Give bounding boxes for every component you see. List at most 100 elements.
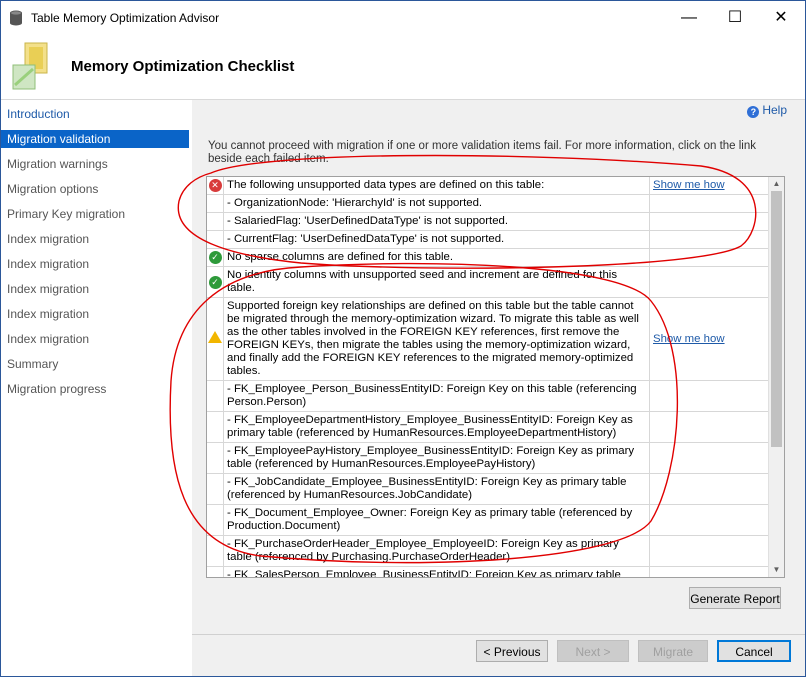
row-message: - CurrentFlag: 'UserDefinedDataType' is … (223, 230, 650, 249)
row-status-cell (207, 297, 224, 381)
row-status-cell (207, 230, 224, 249)
row-link-cell (649, 230, 768, 249)
nav-item-index-migration[interactable]: Index migration (1, 230, 189, 248)
row-status-cell (207, 566, 224, 577)
row-message: - OrganizationNode: 'HierarchyId' is not… (223, 194, 650, 213)
checklist-row: Supported foreign key relationships are … (207, 297, 768, 381)
database-icon (10, 10, 22, 26)
row-status-cell (207, 473, 224, 505)
nav-item-index-migration[interactable]: Index migration (1, 280, 189, 298)
checklist-row: - FK_Employee_Person_BusinessEntityID: F… (207, 380, 768, 412)
row-status-cell (207, 535, 224, 567)
nav-item-migration-validation[interactable]: Migration validation (1, 130, 189, 148)
row-link-cell (649, 566, 768, 577)
nav-item-migration-warnings[interactable]: Migration warnings (1, 155, 189, 173)
instructions-text: You cannot proceed with migration if one… (208, 140, 757, 165)
wizard-navigation: Introduction Migration validation Migratio… (1, 100, 191, 676)
nav-item-summary[interactable]: Summary (1, 355, 189, 373)
row-message: - FK_SalesPerson_Employee_BusinessEntity… (223, 566, 650, 577)
checklist-row: ✓ No identity columns with unsupported se… (207, 266, 768, 298)
previous-button[interactable]: < Previous (476, 640, 548, 662)
row-link-cell (649, 442, 768, 474)
validation-checklist[interactable]: ✕ The following unsupported data types ar… (206, 176, 785, 578)
row-message: Supported foreign key relationships are … (223, 297, 650, 381)
row-link-cell (649, 212, 768, 231)
row-status-cell: ✕ (207, 177, 224, 195)
checkmark-icon: ✓ (208, 275, 222, 289)
checklist-row: ✓ No sparse columns are defined for this … (207, 248, 768, 267)
window-title: Table Memory Optimization Advisor (31, 11, 220, 25)
row-status-cell (207, 411, 224, 443)
nav-item-introduction[interactable]: Introduction (1, 105, 189, 123)
row-link-cell (649, 380, 768, 412)
checklist-row: - FK_EmployeeDepartmentHistory_Employee_… (207, 411, 768, 443)
minimize-icon[interactable]: — (666, 1, 712, 35)
row-status-cell (207, 212, 224, 231)
checklist-table: ✕ The following unsupported data types ar… (207, 177, 768, 577)
migrate-button[interactable]: Migrate (638, 640, 708, 662)
page-header: Memory Optimization Checklist (1, 35, 805, 100)
show-me-how-link[interactable]: Show me how (649, 177, 768, 195)
generate-report-button[interactable]: Generate Report (689, 587, 781, 609)
row-link-cell (649, 266, 768, 298)
database-banner-icon (12, 42, 48, 90)
row-link-cell (649, 504, 768, 536)
title-bar[interactable]: Table Memory Optimization Advisor — ☐ ✕ (1, 1, 805, 35)
scroll-up-icon[interactable]: ▲ (769, 177, 784, 191)
row-status-cell: ✓ (207, 266, 224, 298)
page-title: Memory Optimization Checklist (71, 58, 295, 75)
warning-icon (208, 331, 222, 343)
show-me-how-link[interactable]: Show me how (649, 297, 768, 381)
checklist-row: ✕ The following unsupported data types ar… (207, 177, 768, 195)
next-button[interactable]: Next > (557, 640, 629, 662)
checklist-row: - OrganizationNode: 'HierarchyId' is not… (207, 194, 768, 213)
row-link-cell (649, 535, 768, 567)
row-status-cell (207, 380, 224, 412)
checklist-row: - FK_PurchaseOrderHeader_Employee_Employ… (207, 535, 768, 567)
nav-item-primary-key-migration[interactable]: Primary Key migration (1, 205, 189, 223)
nav-item-migration-progress[interactable]: Migration progress (1, 380, 189, 398)
scrollbar[interactable]: ▲ ▼ (768, 177, 784, 577)
help-icon: ? (747, 106, 760, 118)
nav-item-migration-options[interactable]: Migration options (1, 180, 189, 198)
checkmark-icon: ✓ (208, 251, 222, 264)
close-icon[interactable]: ✕ (758, 1, 804, 35)
row-message: The following unsupported data types are… (223, 177, 650, 195)
checklist-row: - SalariedFlag: 'UserDefinedDataType' is… (207, 212, 768, 231)
row-message: - FK_EmployeePayHistory_Employee_Busines… (223, 442, 650, 474)
row-link-cell (649, 248, 768, 267)
nav-item-index-migration[interactable]: Index migration (1, 255, 189, 273)
nav-item-index-migration[interactable]: Index migration (1, 330, 189, 348)
checklist-row: - CurrentFlag: 'UserDefinedDataType' is … (207, 230, 768, 249)
row-status-cell (207, 442, 224, 474)
row-message: - SalariedFlag: 'UserDefinedDataType' is… (223, 212, 650, 231)
row-link-cell (649, 473, 768, 505)
row-message: - FK_PurchaseOrderHeader_Employee_Employ… (223, 535, 650, 567)
error-icon: ✕ (208, 179, 222, 192)
row-message: - FK_EmployeeDepartmentHistory_Employee_… (223, 411, 650, 443)
maximize-icon[interactable]: ☐ (712, 1, 758, 35)
row-link-cell (649, 411, 768, 443)
row-message: No identity columns with unsupported see… (223, 266, 650, 298)
row-status-cell: ✓ (207, 248, 224, 267)
checklist-row: - FK_EmployeePayHistory_Employee_Busines… (207, 442, 768, 474)
footer-divider (192, 634, 805, 635)
row-status-cell (207, 194, 224, 213)
scrollbar-thumb[interactable] (771, 191, 782, 447)
row-status-cell (207, 504, 224, 536)
row-message: - FK_Employee_Person_BusinessEntityID: F… (223, 380, 650, 412)
checklist-row: - FK_Document_Employee_Owner: Foreign Ke… (207, 504, 768, 536)
help-label: Help (762, 103, 787, 117)
row-link-cell (649, 194, 768, 213)
nav-item-index-migration[interactable]: Index migration (1, 305, 189, 323)
cancel-button[interactable]: Cancel (717, 640, 791, 662)
main-panel: ? Help You cannot proceed with migration … (192, 100, 805, 676)
help-link[interactable]: ? Help (747, 103, 787, 118)
checklist-row: - FK_SalesPerson_Employee_BusinessEntity… (207, 566, 768, 577)
checklist-row: - FK_JobCandidate_Employee_BusinessEntit… (207, 473, 768, 505)
row-message: - FK_JobCandidate_Employee_BusinessEntit… (223, 473, 650, 505)
advisor-window: Table Memory Optimization Advisor — ☐ ✕ … (0, 0, 806, 677)
scroll-down-icon[interactable]: ▼ (769, 563, 784, 577)
row-message: - FK_Document_Employee_Owner: Foreign Ke… (223, 504, 650, 536)
row-message: No sparse columns are defined for this t… (223, 248, 650, 267)
